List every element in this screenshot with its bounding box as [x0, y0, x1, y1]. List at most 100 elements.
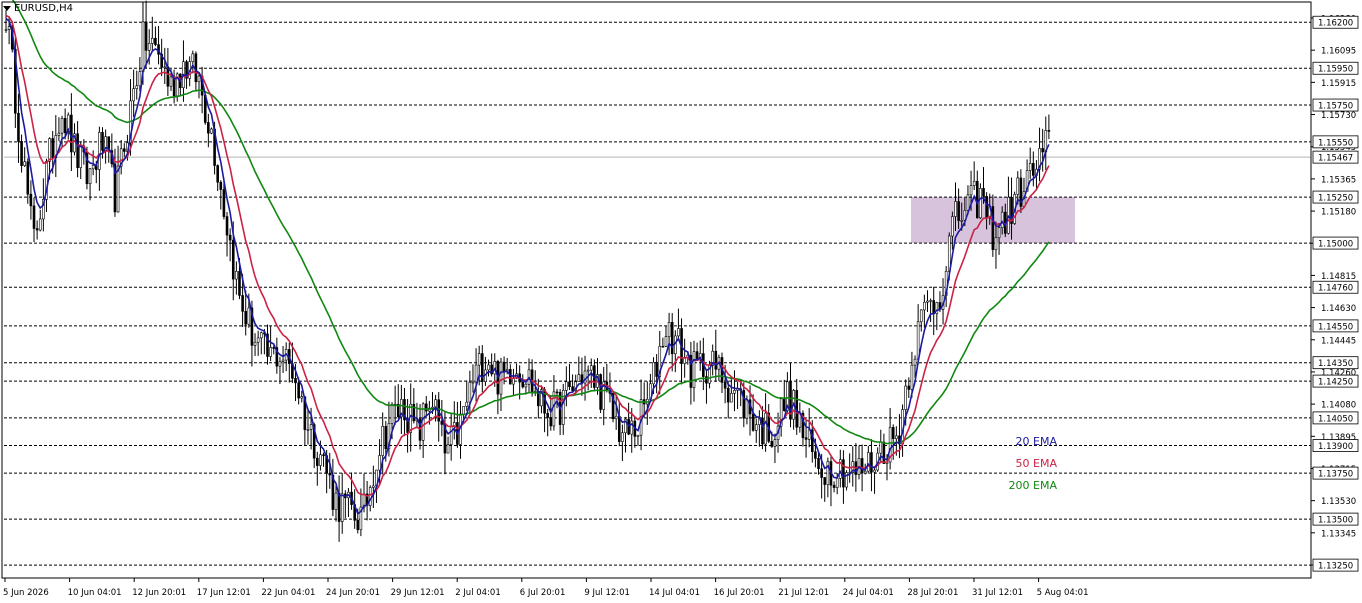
- candle-body: [194, 53, 198, 83]
- candle-body: [621, 432, 624, 442]
- candle-body: [764, 412, 767, 445]
- candle-body: [863, 470, 867, 474]
- candle-body: [384, 426, 388, 450]
- price-chart[interactable]: 20 EMA50 EMA200 EMA 1.162801.160951.1591…: [0, 0, 1362, 603]
- price-tick-label: 1.13345: [1321, 529, 1356, 539]
- candle-body: [975, 180, 979, 219]
- candle-body: [241, 295, 244, 312]
- candle-body: [26, 161, 30, 195]
- candle-body: [636, 434, 640, 437]
- candle-body: [960, 220, 964, 222]
- candle-body: [502, 361, 506, 372]
- candle-body: [471, 381, 475, 384]
- candle-body: [907, 385, 911, 390]
- candle-body: [677, 328, 680, 337]
- candle-body: [297, 382, 300, 399]
- candle-body: [972, 180, 976, 186]
- candle-body: [225, 216, 229, 236]
- candle-body: [151, 37, 154, 44]
- candle-body: [60, 118, 64, 134]
- candle-body: [913, 358, 917, 366]
- level-label: 1.13900: [1318, 442, 1353, 452]
- candle-body: [378, 455, 381, 471]
- candle-body: [446, 444, 450, 454]
- symbol-label[interactable]: EURUSD,H4: [3, 3, 73, 14]
- time-tick-label: 31 Jul 12:01: [972, 588, 1023, 598]
- candle-body: [38, 218, 42, 231]
- candle-body: [951, 216, 954, 237]
- price-tick-label: 1.15180: [1321, 208, 1356, 218]
- candle-body: [820, 468, 823, 478]
- candle-body: [521, 381, 525, 388]
- candle-body: [269, 347, 272, 357]
- candle-body: [705, 376, 708, 384]
- candle-body: [219, 181, 223, 190]
- candle-body: [661, 345, 665, 348]
- candle-body: [228, 234, 232, 241]
- candle-body: [966, 194, 970, 211]
- level-label: 1.13750: [1318, 470, 1353, 480]
- candle-body: [17, 112, 20, 142]
- candle-body: [154, 37, 157, 45]
- candle-body: [549, 417, 553, 427]
- candle-body: [919, 309, 923, 323]
- time-tick-label: 2 Jul 04:01: [455, 588, 501, 598]
- time-tick-label: 5 Aug 04:01: [1037, 588, 1089, 598]
- candle-body: [926, 300, 929, 303]
- time-tick-label: 22 Jun 04:01: [261, 588, 315, 598]
- candle-body: [138, 71, 142, 87]
- candle-body: [832, 484, 836, 488]
- time-tick-label: 24 Jul 04:01: [843, 588, 894, 598]
- candle-body: [468, 381, 472, 403]
- candle-body: [356, 519, 360, 531]
- candle-body: [814, 451, 817, 459]
- candle-body: [340, 493, 344, 522]
- time-tick-label: 6 Jul 20:01: [520, 588, 566, 598]
- candle-body: [122, 148, 126, 152]
- price-tick-label: 1.15365: [1321, 175, 1356, 185]
- candle-body: [667, 321, 671, 337]
- candle-body: [617, 415, 621, 442]
- candle-body: [4, 29, 8, 31]
- price-tick-label: 1.16095: [1321, 47, 1356, 57]
- candle-body: [957, 201, 960, 221]
- candle-body: [487, 364, 490, 371]
- candle-body: [477, 353, 481, 366]
- candle-body: [1047, 130, 1051, 132]
- candle-body: [116, 165, 120, 213]
- candle-body: [1041, 148, 1044, 153]
- candle-body: [804, 437, 808, 440]
- candle-body: [751, 413, 755, 431]
- candle-body: [614, 415, 618, 420]
- candle-body: [238, 271, 241, 296]
- candle-body: [381, 426, 384, 456]
- candle-body: [568, 381, 571, 387]
- candle-body: [163, 66, 167, 69]
- candle-body: [714, 350, 718, 370]
- candle-body: [309, 424, 313, 430]
- candle-body: [904, 385, 907, 410]
- candle-body: [147, 43, 151, 51]
- candle-body: [499, 361, 503, 395]
- candle-body: [207, 122, 210, 134]
- candle-body: [923, 301, 926, 311]
- candle-body: [599, 374, 602, 410]
- time-tick-label: 29 Jun 12:01: [391, 588, 445, 598]
- ema-legend: 20 EMA 50 EMA 200 EMA: [1009, 435, 1058, 492]
- price-tick-label: 1.13530: [1321, 497, 1356, 507]
- candle-body: [431, 406, 434, 409]
- chevron-down-icon: [3, 6, 11, 11]
- candle-body: [823, 477, 827, 485]
- candle-body: [281, 359, 285, 362]
- candle-body: [465, 401, 469, 407]
- candle-body: [222, 189, 226, 217]
- candle-body: [300, 396, 304, 399]
- candle-body: [197, 75, 201, 83]
- ema-legend-label: 50 EMA: [1016, 457, 1058, 470]
- candle-body: [29, 193, 33, 207]
- candle-body: [141, 21, 145, 73]
- candle-body: [101, 132, 104, 151]
- level-label: 1.14050: [1318, 414, 1353, 424]
- candle-body: [985, 196, 988, 219]
- current-price-label: 1.15467: [1318, 154, 1353, 164]
